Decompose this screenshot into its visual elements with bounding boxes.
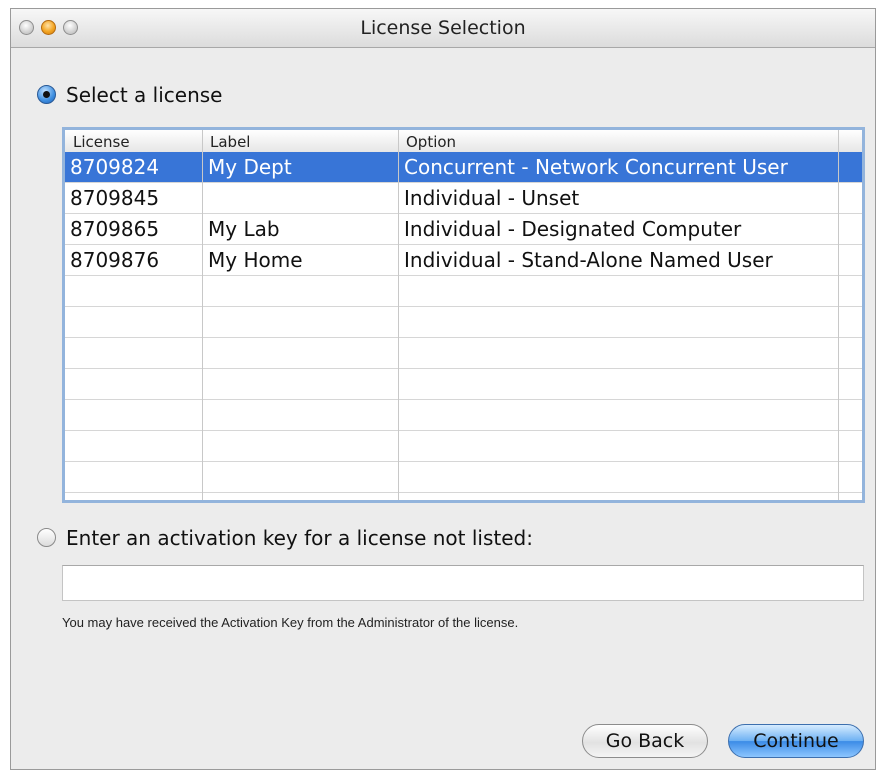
cell-option: Individual - Designated Computer: [404, 217, 742, 241]
table-row[interactable]: 8709824 My Dept Concurrent - Network Con…: [65, 152, 862, 183]
select-license-label[interactable]: Select a license: [66, 83, 222, 107]
column-header-license[interactable]: License: [73, 133, 130, 151]
cell-option: Concurrent - Network Concurrent User: [404, 155, 788, 179]
table-header: License Label Option: [65, 130, 862, 153]
empty-table-row: [65, 338, 862, 369]
empty-table-row: [65, 462, 862, 493]
cell-option: Individual - Unset: [404, 186, 580, 210]
cell-license: 8709824: [70, 155, 160, 179]
activation-key-radio[interactable]: [37, 528, 56, 547]
license-selection-window: License Selection Select a license Licen…: [10, 8, 876, 770]
cell-option: Individual - Stand-Alone Named User: [404, 248, 773, 272]
empty-table-row: [65, 369, 862, 400]
column-header-label[interactable]: Label: [210, 133, 250, 151]
activation-key-input[interactable]: [62, 565, 864, 601]
column-header-option[interactable]: Option: [406, 133, 456, 151]
column-divider[interactable]: [202, 130, 203, 500]
table-row[interactable]: 8709876 My Home Individual - Stand-Alone…: [65, 245, 862, 276]
activation-key-label[interactable]: Enter an activation key for a license no…: [66, 526, 533, 550]
activation-key-note: You may have received the Activation Key…: [62, 615, 519, 630]
column-divider[interactable]: [838, 130, 839, 500]
empty-table-row: [65, 431, 862, 462]
table-row[interactable]: 8709845 Individual - Unset: [65, 183, 862, 214]
cell-label: My Home: [208, 248, 303, 272]
column-divider[interactable]: [398, 130, 399, 500]
window-title: License Selection: [360, 17, 526, 39]
continue-button[interactable]: Continue: [728, 724, 864, 758]
cell-label: My Dept: [208, 155, 292, 179]
cell-label: My Lab: [208, 217, 280, 241]
empty-table-row: [65, 307, 862, 338]
empty-table-row: [65, 400, 862, 431]
cell-license: 8709865: [70, 217, 160, 241]
empty-table-row: [65, 276, 862, 307]
cell-license: 8709876: [70, 248, 160, 272]
cell-license: 8709845: [70, 186, 160, 210]
title-bar: License Selection: [11, 9, 875, 48]
go-back-button[interactable]: Go Back: [582, 724, 708, 758]
license-table: License Label Option 8709824 My Dept Con…: [62, 127, 865, 503]
table-row[interactable]: 8709865 My Lab Individual - Designated C…: [65, 214, 862, 245]
select-license-radio[interactable]: [37, 85, 56, 104]
